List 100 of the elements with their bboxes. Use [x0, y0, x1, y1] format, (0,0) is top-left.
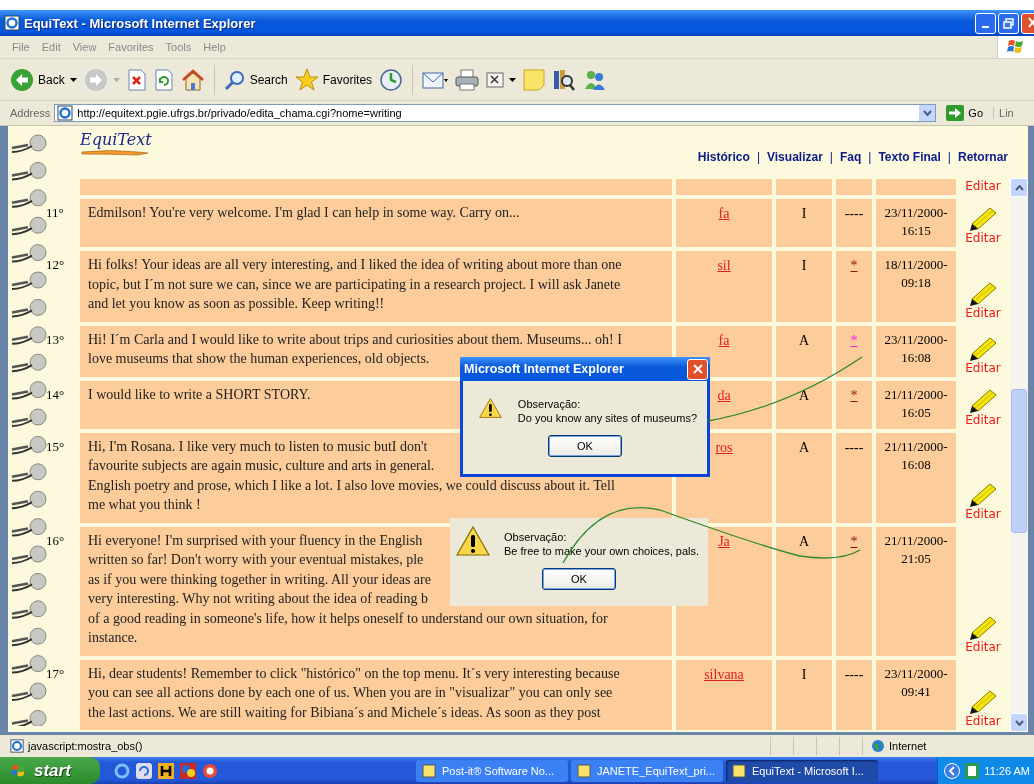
- edit-link[interactable]: Editar: [965, 232, 1001, 245]
- close-button[interactable]: [687, 358, 708, 380]
- message-line: Edmilson! You're very welcome. I'm glad I can help in some way. Carry on...: [88, 204, 520, 222]
- caret-icon[interactable]: [509, 77, 517, 82]
- minimize-button[interactable]: [975, 12, 996, 34]
- browser-icon[interactable]: [114, 762, 130, 779]
- row-number: 17°: [45, 664, 66, 683]
- edit-link[interactable]: Editar: [965, 413, 1001, 427]
- nav-link[interactable]: Retornar: [958, 150, 1008, 164]
- edit-icon[interactable]: [486, 70, 505, 89]
- message-line: Hi everyone! I'm surprised with your fluency in the English: [88, 531, 423, 550]
- browser-icon: [4, 15, 20, 31]
- pencil-icon[interactable]: [968, 335, 998, 362]
- refresh-icon[interactable]: [153, 68, 174, 91]
- date-text: 09:41: [900, 682, 932, 701]
- author-link[interactable]: silvana: [704, 666, 744, 682]
- ok-button[interactable]: OK: [548, 435, 622, 457]
- taskbar-button[interactable]: Post-it® Software No...: [416, 759, 568, 782]
- nav-link[interactable]: Histórico: [697, 150, 750, 164]
- people-icon[interactable]: [583, 68, 608, 91]
- message-line: love museums that show the human experiences, old objects.: [88, 350, 430, 368]
- date-text: 16:15: [900, 222, 932, 240]
- edit-link[interactable]: Editar: [965, 507, 1001, 521]
- links-label[interactable]: Lin: [993, 107, 1014, 119]
- menu-item[interactable]: View: [66, 41, 103, 53]
- windows-flag-icon: [1007, 38, 1025, 56]
- author-link[interactable]: ros: [715, 439, 733, 455]
- search-button[interactable]: Search: [223, 68, 288, 91]
- date-text: 23/11/2000-: [883, 204, 949, 222]
- menu-item[interactable]: Edit: [35, 41, 67, 53]
- date-text: 16:05: [900, 403, 932, 422]
- edit-link[interactable]: Editar: [965, 715, 1001, 728]
- app-icon: [732, 763, 746, 778]
- window-title: EquiText - Microsoft Internet Explorer: [24, 15, 256, 31]
- author-link[interactable]: Ja: [718, 533, 730, 549]
- status-text: javascript:mostra_obs(): [28, 740, 143, 752]
- stop-icon[interactable]: [126, 68, 147, 91]
- pencil-icon[interactable]: [968, 689, 998, 715]
- warning-icon: [456, 526, 490, 556]
- nav-link[interactable]: Texto Final: [878, 150, 941, 164]
- scroll-thumb[interactable]: [1011, 389, 1027, 533]
- pencil-icon[interactable]: [968, 280, 998, 307]
- address-field[interactable]: http://equitext.pgie.ufrgs.br/privado/edita_chama.cgi?nome=writing: [54, 104, 937, 122]
- pencil-icon[interactable]: [968, 206, 998, 232]
- author-link[interactable]: da: [717, 387, 731, 403]
- taskbar-button[interactable]: EquiText - Microsoft I...: [726, 759, 878, 782]
- chevron-icon[interactable]: [944, 762, 961, 779]
- home-icon[interactable]: [180, 68, 205, 91]
- history-icon[interactable]: [379, 67, 404, 92]
- dialog-heading: Observação:: [504, 530, 568, 544]
- scroll-down-icon[interactable]: [1014, 719, 1024, 726]
- date-text: 16:08: [900, 348, 932, 367]
- favorites-button[interactable]: Favorites: [294, 67, 373, 92]
- menu-item[interactable]: File: [6, 41, 36, 53]
- observation-link[interactable]: *: [850, 332, 858, 348]
- star-icon: [294, 67, 319, 92]
- go-button[interactable]: Go: [940, 105, 990, 121]
- author-link[interactable]: fa: [718, 332, 730, 348]
- edit-link[interactable]: Editar: [965, 361, 1001, 375]
- observation-link[interactable]: *: [850, 387, 858, 403]
- author-link[interactable]: sil: [717, 258, 731, 273]
- message-line: Hi! I´m Carla and I would like to write about trips and curiosities about them. Museums... oh! I: [88, 330, 622, 349]
- circle-icon[interactable]: [202, 762, 218, 779]
- windows-flag-icon: [10, 762, 28, 779]
- globe-icon: [871, 739, 885, 753]
- nav-link[interactable]: Visualizar: [767, 150, 823, 164]
- type-text: A: [798, 332, 810, 348]
- restore-button[interactable]: [998, 12, 1019, 34]
- nav-link[interactable]: Faq: [839, 150, 862, 164]
- start-button[interactable]: start: [0, 757, 100, 784]
- pencil-icon[interactable]: [968, 481, 998, 508]
- caret-icon[interactable]: [69, 77, 77, 82]
- edit-link[interactable]: Editar: [965, 179, 1001, 193]
- menu-item[interactable]: Tools: [159, 41, 198, 53]
- observation-link[interactable]: *: [850, 258, 858, 273]
- printer-icon[interactable]: [455, 68, 480, 91]
- observation-link[interactable]: *: [850, 533, 858, 549]
- books-icon[interactable]: [552, 67, 577, 92]
- paint-icon[interactable]: [180, 762, 196, 779]
- type-text: I: [801, 666, 807, 682]
- edit-link[interactable]: Editar: [965, 306, 1001, 320]
- pencil-icon[interactable]: [968, 614, 998, 641]
- menu-item[interactable]: Favorites: [102, 41, 160, 53]
- scrollbar[interactable]: [1010, 178, 1028, 732]
- type-text: A: [798, 533, 810, 549]
- taskbar-button[interactable]: JANETE_EquiText_pri...: [571, 759, 723, 782]
- pencil-icon[interactable]: [968, 387, 998, 414]
- menu-item[interactable]: Help: [197, 41, 232, 53]
- scroll-up-icon[interactable]: [1014, 184, 1024, 191]
- nav-separator: |: [829, 150, 833, 164]
- refresh-icon[interactable]: [136, 762, 152, 779]
- ok-button[interactable]: OK: [542, 568, 616, 590]
- nav-separator: |: [756, 150, 760, 164]
- app-icon: [577, 763, 591, 778]
- h-icon[interactable]: [158, 762, 174, 779]
- back-button[interactable]: Back: [10, 67, 65, 92]
- author-link[interactable]: fa: [718, 206, 730, 221]
- row-number: 16°: [45, 531, 66, 550]
- edit-link[interactable]: Editar: [965, 640, 1001, 654]
- minimize-icon: [982, 26, 989, 28]
